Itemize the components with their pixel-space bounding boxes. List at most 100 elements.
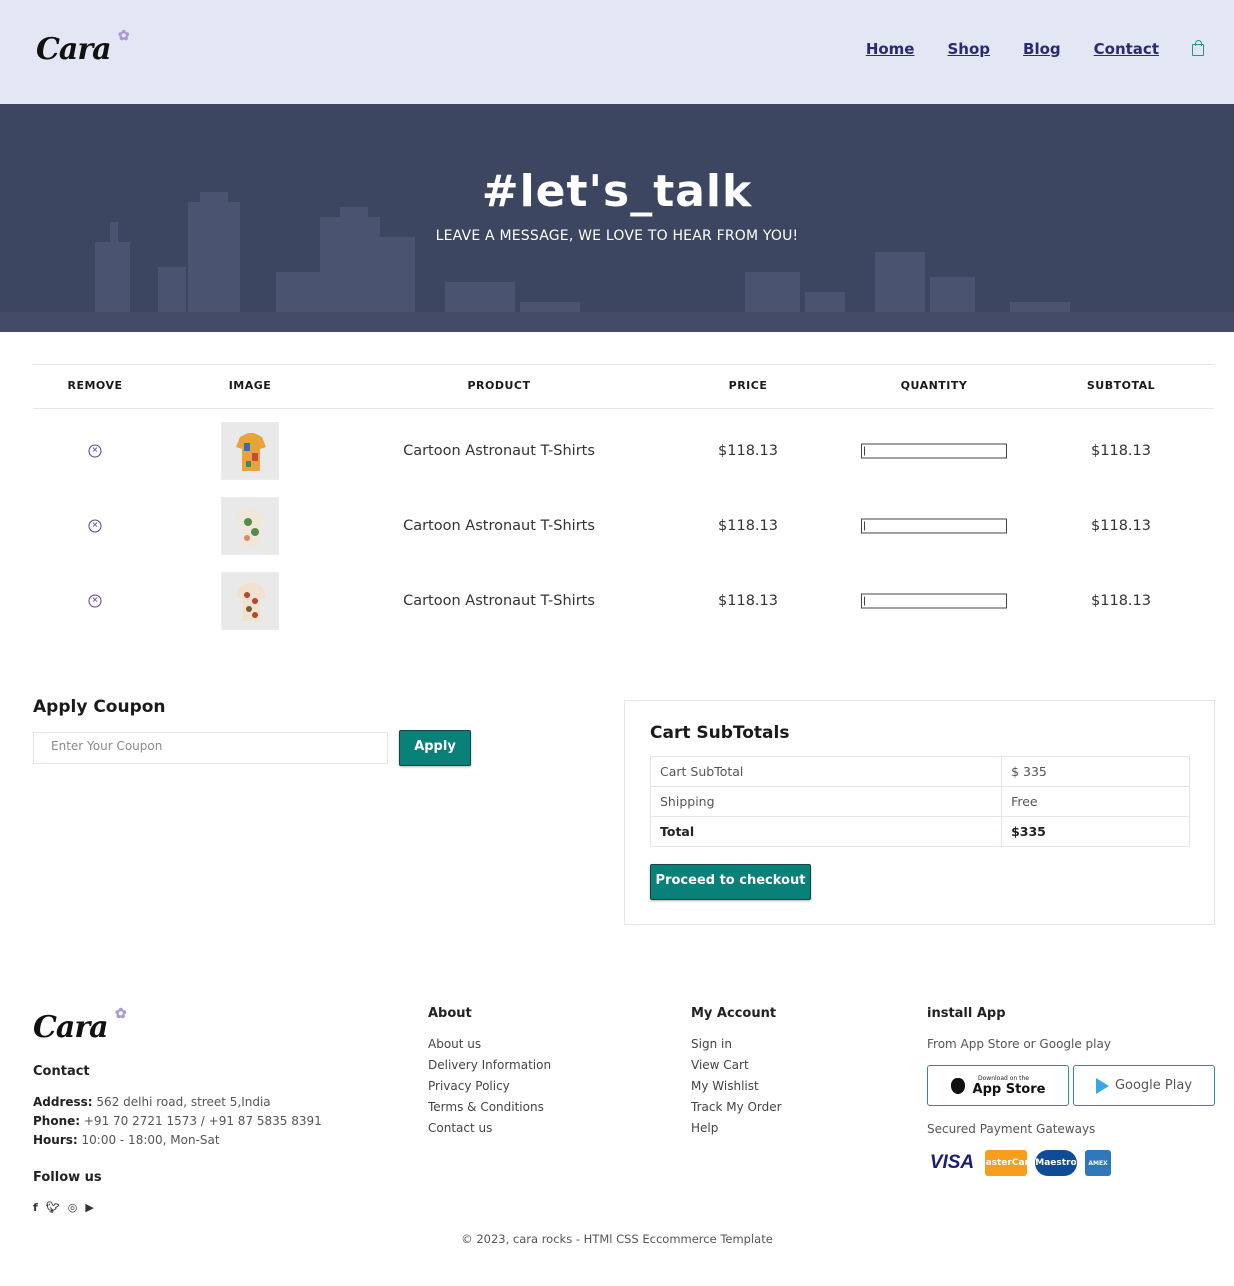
cart-subtotals-panel: Cart SubTotals Cart SubTotal $ 335 Shipp… bbox=[624, 700, 1215, 925]
main-nav: Home Shop Blog Contact bbox=[833, 40, 1204, 58]
footer-install-app: install App From App Store or Google pla… bbox=[927, 1006, 1217, 1176]
footer-brand: Cara ✿ bbox=[33, 1006, 127, 1045]
contact-us-link[interactable]: Contact us bbox=[428, 1121, 551, 1135]
privacy-policy-link[interactable]: Privacy Policy bbox=[428, 1079, 551, 1093]
col-quantity: QUANTITY bbox=[900, 379, 968, 392]
col-subtotal: SUBTOTAL bbox=[1086, 379, 1156, 392]
footer-logo[interactable]: Cara ✿ bbox=[33, 1006, 127, 1045]
about-us-link[interactable]: About us bbox=[428, 1037, 551, 1051]
nav-shop-link[interactable]: Shop bbox=[947, 40, 990, 58]
quantity-input[interactable] bbox=[861, 443, 1007, 458]
row-subtotal: $118.13 bbox=[1091, 592, 1151, 609]
account-title: My Account bbox=[691, 1006, 777, 1021]
proceed-to-checkout-button[interactable]: Proceed to checkout bbox=[650, 864, 811, 900]
product-image bbox=[221, 496, 279, 555]
hero-subtitle: LEAVE A MESSAGE, WE LOVE TO HEAR FROM YO… bbox=[435, 228, 799, 244]
total-label: Total bbox=[649, 816, 1003, 847]
logo-text: Cara bbox=[33, 1010, 109, 1045]
googleplay-text: Google Play bbox=[1114, 1078, 1193, 1093]
coupon-section: Apply Coupon Enter Your Coupon Apply bbox=[33, 697, 471, 766]
table-row: ✕ Cartoon Astronaut T-Shirts $118.13 $11… bbox=[33, 413, 1214, 488]
table-row: Total $335 bbox=[649, 816, 1190, 847]
product-name: Cartoon Astronaut T-Shirts bbox=[403, 442, 595, 459]
table-row: ✕ Cartoon Astronaut T-Shirts $118.13 $11… bbox=[33, 563, 1214, 638]
lavender-sprig-icon: ✿ bbox=[114, 1006, 127, 1022]
twitter-icon[interactable]: 🐦︎ bbox=[46, 1201, 60, 1214]
subtotal-label: Cart SubTotal bbox=[649, 756, 1003, 787]
remove-item-icon[interactable]: ✕ bbox=[88, 594, 102, 607]
shipping-value: Free bbox=[1001, 786, 1190, 817]
col-product: PRODUCT bbox=[467, 379, 531, 392]
remove-item-icon[interactable]: ✕ bbox=[88, 519, 102, 532]
contact-hours: Hours: 10:00 - 18:00, Mon-Sat bbox=[33, 1133, 322, 1147]
footer-account: My Account Sign in View Cart My Wishlist… bbox=[691, 1006, 782, 1142]
install-title: install App bbox=[927, 1006, 1006, 1021]
nav-blog-link[interactable]: Blog bbox=[1023, 40, 1061, 58]
subtotals-table: Cart SubTotal $ 335 Shipping Free Total … bbox=[649, 756, 1190, 847]
contact-phone: Phone: +91 70 2721 1573 / +91 87 5835 83… bbox=[33, 1114, 322, 1128]
cart-table-header: REMOVE IMAGE PRODUCT PRICE QUANTITY SUBT… bbox=[33, 364, 1214, 409]
footer-about: About About us Delivery Information Priv… bbox=[428, 1006, 551, 1142]
product-price: $118.13 bbox=[718, 442, 778, 459]
product-image bbox=[221, 421, 279, 480]
terms-link[interactable]: Terms & Conditions bbox=[428, 1100, 551, 1114]
contact-title: Contact bbox=[33, 1064, 90, 1079]
follow-title: Follow us bbox=[33, 1170, 102, 1185]
sign-in-link[interactable]: Sign in bbox=[691, 1037, 782, 1051]
lavender-sprig-icon: ✿ bbox=[117, 28, 130, 44]
cart-table: REMOVE IMAGE PRODUCT PRICE QUANTITY SUBT… bbox=[33, 364, 1214, 638]
social-links: f 🐦︎ ◎ ▶ bbox=[33, 1201, 102, 1214]
footer-follow: Follow us f 🐦︎ ◎ ▶ bbox=[33, 1170, 102, 1214]
nav-contact-link[interactable]: Contact bbox=[1094, 40, 1159, 58]
amex-logo: AMEX bbox=[1085, 1150, 1111, 1176]
coupon-title: Apply Coupon bbox=[33, 697, 166, 717]
apply-coupon-button[interactable]: Apply bbox=[399, 730, 471, 766]
wishlist-link[interactable]: My Wishlist bbox=[691, 1079, 782, 1093]
remove-item-icon[interactable]: ✕ bbox=[88, 444, 102, 457]
instagram-icon[interactable]: ◎ bbox=[68, 1201, 78, 1214]
track-order-link[interactable]: Track My Order bbox=[691, 1100, 782, 1114]
quantity-input[interactable] bbox=[861, 593, 1007, 608]
copyright-text: © 2023, cara rocks - HTMl CSS Eccommerce… bbox=[461, 1232, 773, 1246]
app-store-button[interactable]: Download on the App Store bbox=[927, 1065, 1069, 1106]
site-header: Cara ✿ Home Shop Blog Contact bbox=[0, 0, 1234, 104]
row-subtotal: $118.13 bbox=[1091, 517, 1151, 534]
table-row: Shipping Free bbox=[649, 786, 1190, 817]
phone-label: Phone: bbox=[33, 1114, 81, 1128]
hours-value: 10:00 - 18:00, Mon-Sat bbox=[77, 1133, 220, 1147]
help-link[interactable]: Help bbox=[691, 1121, 782, 1135]
table-row: Cart SubTotal $ 335 bbox=[649, 756, 1190, 787]
coupon-input[interactable]: Enter Your Coupon bbox=[33, 732, 388, 764]
product-name: Cartoon Astronaut T-Shirts bbox=[403, 517, 595, 534]
col-image: IMAGE bbox=[228, 379, 272, 392]
total-value: $335 bbox=[1001, 816, 1190, 847]
appstore-small-text: Download on the bbox=[978, 1075, 1029, 1082]
shopping-bag-icon[interactable] bbox=[1192, 40, 1204, 56]
table-row: ✕ Cartoon Astronaut T-Shirts $118.13 $11… bbox=[33, 488, 1214, 563]
appstore-text: App Store bbox=[972, 1082, 1046, 1097]
google-play-icon bbox=[1095, 1077, 1109, 1094]
hero-banner: #let's_talk LEAVE A MESSAGE, WE LOVE TO … bbox=[0, 104, 1234, 332]
view-cart-link[interactable]: View Cart bbox=[691, 1058, 782, 1072]
about-title: About bbox=[428, 1006, 472, 1021]
col-remove: REMOVE bbox=[67, 379, 123, 392]
col-price: PRICE bbox=[728, 379, 768, 392]
row-subtotal: $118.13 bbox=[1091, 442, 1151, 459]
product-name: Cartoon Astronaut T-Shirts bbox=[403, 592, 595, 609]
contact-address: Address: 562 delhi road, street 5,India bbox=[33, 1095, 322, 1109]
nav-home-link[interactable]: Home bbox=[866, 40, 915, 58]
visa-logo: VISA bbox=[929, 1152, 975, 1173]
maestro-logo: Maestro bbox=[1035, 1150, 1077, 1176]
product-image bbox=[221, 571, 279, 630]
facebook-icon[interactable]: f bbox=[33, 1201, 38, 1214]
address-label: Address: bbox=[33, 1095, 93, 1109]
quantity-input[interactable] bbox=[861, 518, 1007, 533]
phone-value: +91 70 2721 1573 / +91 87 5835 8391 bbox=[80, 1114, 322, 1128]
brand-logo[interactable]: Cara ✿ bbox=[36, 28, 130, 67]
subtotals-title: Cart SubTotals bbox=[650, 723, 790, 743]
hours-label: Hours: bbox=[33, 1133, 78, 1147]
delivery-info-link[interactable]: Delivery Information bbox=[428, 1058, 551, 1072]
product-price: $118.13 bbox=[718, 517, 778, 534]
google-play-button[interactable]: Google Play bbox=[1073, 1065, 1215, 1106]
youtube-icon[interactable]: ▶ bbox=[85, 1201, 93, 1214]
